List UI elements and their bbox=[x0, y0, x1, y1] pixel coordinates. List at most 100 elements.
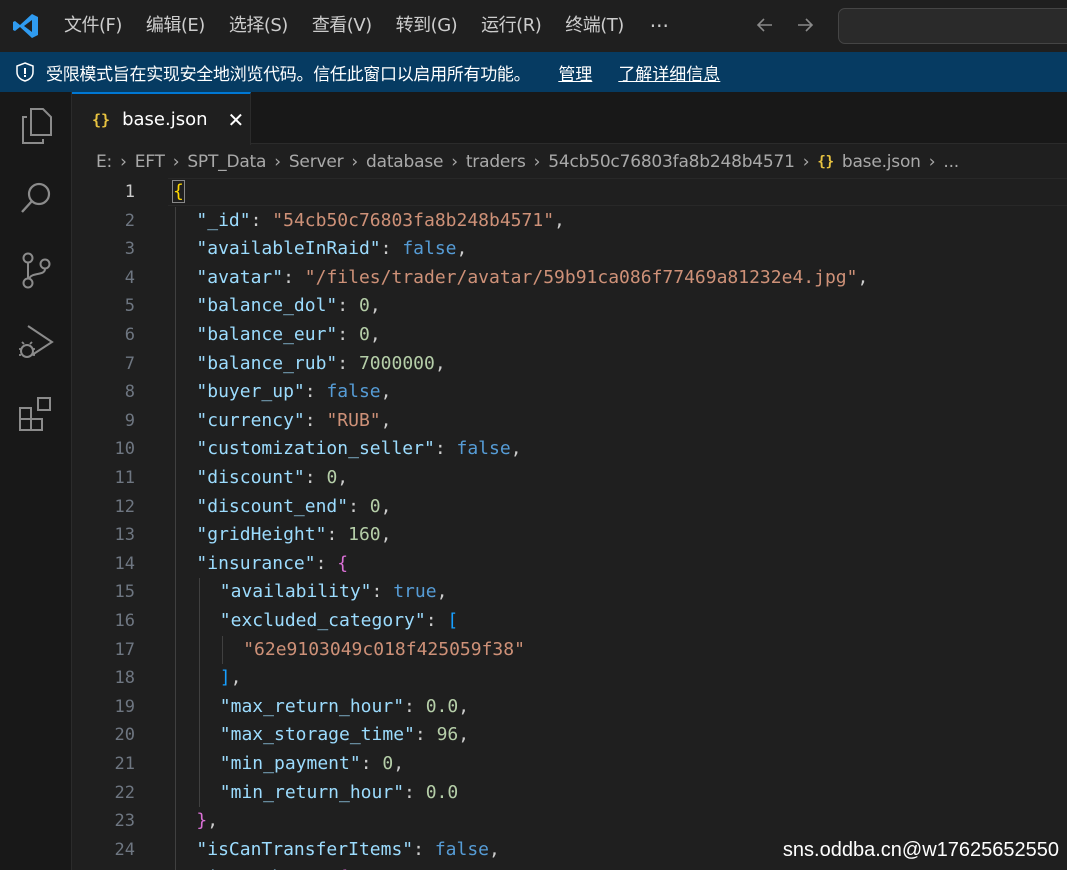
code-token: : bbox=[337, 352, 359, 374]
tab-base-json[interactable]: {} base.json ✕ bbox=[72, 92, 251, 145]
breadcrumb-item[interactable]: traders bbox=[466, 152, 526, 172]
arrow-right-icon[interactable] bbox=[792, 12, 818, 38]
code-line: 2 "_id": "54cb50c76803fa8b248b4571", bbox=[72, 207, 1067, 236]
code-token: "62e9103049c018f425059f38" bbox=[243, 638, 525, 660]
breadcrumb-item[interactable]: Server bbox=[289, 152, 344, 172]
code-token: , bbox=[380, 409, 392, 431]
code-line: 12 "discount_end": 0, bbox=[72, 493, 1067, 522]
arrow-left-icon[interactable] bbox=[752, 12, 778, 38]
menu-item-3[interactable]: 查看(V) bbox=[300, 9, 384, 43]
code-token: , bbox=[337, 467, 349, 488]
menu-item-2[interactable]: 选择(S) bbox=[217, 9, 300, 43]
code-token: , bbox=[369, 324, 381, 345]
indent-guide bbox=[199, 578, 200, 808]
code-text: "min_return_hour": 0.0 bbox=[220, 779, 458, 808]
code-editor[interactable]: 1{2 "_id": "54cb50c76803fa8b248b4571", 3 "a… bbox=[72, 178, 1067, 870]
code-token: "discount_end" bbox=[196, 495, 349, 517]
run-debug-icon[interactable] bbox=[14, 320, 58, 364]
breadcrumb-item[interactable]: database bbox=[366, 152, 443, 172]
line-number: 20 bbox=[114, 725, 135, 746]
code-token: false bbox=[326, 381, 381, 403]
code-line: 15 "availability": true, bbox=[72, 578, 1067, 607]
menu-item-1[interactable]: 编辑(E) bbox=[134, 9, 217, 43]
code-text: "gridHeight": 160, bbox=[196, 521, 391, 550]
code-token: : bbox=[348, 495, 370, 517]
learn-more-link[interactable]: 了解详细信息 bbox=[618, 60, 720, 85]
breadcrumb-item[interactable]: SPT_Data bbox=[187, 152, 266, 172]
code-token: : bbox=[360, 753, 383, 774]
code-line: 7 "balance_rub": 7000000, bbox=[72, 350, 1067, 379]
code-token: 0 bbox=[358, 295, 370, 317]
code-text: "excluded_category": [ bbox=[220, 607, 458, 636]
line-number: 23 bbox=[114, 811, 135, 832]
code-token: "balance_dol" bbox=[196, 295, 338, 317]
code-token: , bbox=[458, 695, 470, 717]
chevron-right-icon: › bbox=[533, 152, 541, 172]
code-token: [ bbox=[447, 610, 459, 631]
line-number: 17 bbox=[114, 639, 135, 660]
code-token: : bbox=[304, 467, 327, 488]
code-token: : bbox=[371, 581, 394, 603]
vscode-logo-icon bbox=[13, 14, 38, 38]
code-token: 160 bbox=[348, 524, 381, 546]
line-number: 18 bbox=[114, 668, 135, 689]
breadcrumb-item[interactable]: EFT bbox=[135, 152, 165, 172]
code-line: 23}, bbox=[72, 807, 1067, 836]
line-number: 6 bbox=[124, 325, 135, 345]
breadcrumb-item[interactable]: ... bbox=[943, 152, 959, 172]
line-number: 3 bbox=[124, 239, 135, 260]
menu-item-4[interactable]: 转到(G) bbox=[384, 9, 470, 43]
code-token: "min_payment" bbox=[219, 753, 361, 774]
code-line: 5 "balance_dol": 0, bbox=[72, 292, 1067, 321]
menu-item-0[interactable]: 文件(F) bbox=[52, 9, 134, 43]
code-text: { bbox=[172, 178, 185, 207]
code-token: "discount" bbox=[196, 467, 305, 488]
extensions-icon[interactable] bbox=[14, 392, 58, 436]
breadcrumb-item[interactable]: base.json bbox=[842, 152, 921, 172]
code-text: "max_return_hour": 0.0, bbox=[220, 693, 469, 722]
breadcrumb-item[interactable]: E: bbox=[96, 152, 112, 172]
search-icon[interactable] bbox=[14, 176, 58, 220]
code-text: ], bbox=[220, 664, 242, 693]
code-line: 11 "discount": 0, bbox=[72, 464, 1067, 493]
code-token: "min_return_hour" bbox=[219, 781, 405, 803]
command-center-search[interactable] bbox=[838, 8, 1067, 44]
source-control-icon[interactable] bbox=[14, 248, 58, 292]
menu-item-5[interactable]: 运行(R) bbox=[469, 9, 553, 43]
code-token: , bbox=[230, 667, 242, 689]
code-line: 22 "min_return_hour": 0.0 bbox=[72, 779, 1067, 808]
manage-link[interactable]: 管理 bbox=[558, 60, 592, 85]
code-token: 7000000 bbox=[358, 352, 435, 374]
code-text: "customization_seller": false, bbox=[196, 435, 521, 464]
code-token: : bbox=[404, 695, 426, 717]
code-text: "availableInRaid": false, bbox=[196, 235, 467, 264]
line-number: 9 bbox=[124, 410, 135, 431]
breadcrumb-item[interactable]: 54cb50c76803fa8b248b4571 bbox=[548, 152, 795, 172]
code-token: , bbox=[489, 838, 500, 860]
more-menu-icon[interactable]: ··· bbox=[636, 14, 683, 38]
code-token: "gridHeight" bbox=[196, 524, 327, 546]
title-bar: 文件(F) 编辑(E) 选择(S) 查看(V) 转到(G) 运行(R) 终端(T) ··· bbox=[0, 0, 1067, 52]
code-token: false bbox=[434, 838, 490, 860]
code-token: , bbox=[456, 238, 468, 260]
explorer-icon[interactable] bbox=[14, 104, 58, 148]
line-number: 22 bbox=[114, 782, 135, 803]
code-token: : bbox=[337, 324, 359, 345]
code-line: 4 "avatar": "/files/trader/avatar/59b91ca… bbox=[72, 264, 1067, 293]
menu-item-6[interactable]: 终端(T) bbox=[553, 9, 636, 43]
restricted-mode-banner: 受限模式旨在实现安全地浏览代码。信任此窗口以启用所有功能。 管理 了解详细信息 bbox=[0, 52, 1067, 92]
activity-bar bbox=[0, 92, 72, 870]
code-text: "balance_dol": 0, bbox=[196, 292, 380, 321]
code-text: "_id": "54cb50c76803fa8b248b4571", bbox=[196, 207, 564, 236]
line-number: 2 bbox=[124, 210, 135, 231]
close-icon[interactable]: ✕ bbox=[228, 108, 245, 132]
code-token: "max_return_hour" bbox=[219, 695, 405, 717]
code-token: , bbox=[207, 810, 219, 832]
code-token: : bbox=[404, 781, 426, 803]
line-number: 5 bbox=[124, 296, 135, 317]
code-token: "currency" bbox=[196, 409, 305, 431]
line-number: 13 bbox=[114, 525, 135, 546]
line-number: 7 bbox=[124, 353, 135, 374]
code-token: : bbox=[250, 209, 273, 231]
code-line: 21 "min_payment": 0, bbox=[72, 750, 1067, 779]
